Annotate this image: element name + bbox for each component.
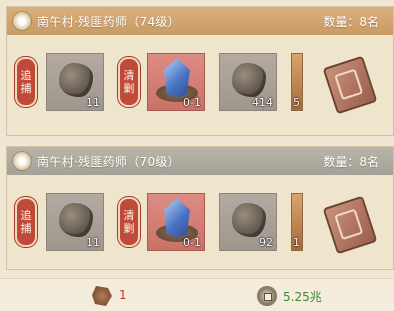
item-quantity: 1 xyxy=(293,236,300,249)
item-slot-partial[interactable]: 5 xyxy=(291,53,303,111)
tag-char: 追 xyxy=(20,69,32,82)
quest-marker-icon xyxy=(13,152,31,170)
task-panel-1: 南午村·残匪药师（74级） 数量：8名 追 捕 11 清 剿 0-1 414 5 xyxy=(6,6,394,136)
item-slot-partial[interactable]: 1 xyxy=(291,193,303,251)
tag-char: 剿 xyxy=(123,222,135,235)
pursue-tag[interactable]: 追 捕 xyxy=(15,197,37,247)
scroll-icon xyxy=(322,55,378,115)
tag-char: 清 xyxy=(123,209,135,222)
item-slot[interactable]: 11 xyxy=(46,53,104,111)
item-quantity: 414 xyxy=(252,96,273,109)
blue-crystal-icon xyxy=(164,58,190,98)
resource-bar: 1 5.25兆 xyxy=(0,278,394,311)
task-header: 南午村·残匪药师（74级） 数量：8名 xyxy=(7,7,393,35)
item-slot[interactable]: 0-1 xyxy=(147,193,205,251)
item-slot[interactable]: 92 xyxy=(219,193,277,251)
item-quantity: 92 xyxy=(259,236,273,249)
ore-rock-icon xyxy=(59,203,93,237)
reward-row: 追 捕 11 清 剿 0-1 92 1 xyxy=(7,193,393,257)
reward-scroll[interactable] xyxy=(319,195,378,255)
suppress-tag[interactable]: 清 剿 xyxy=(118,197,140,247)
item-slot[interactable]: 11 xyxy=(46,193,104,251)
stamina-value: 1 xyxy=(119,288,127,302)
item-quantity: 0-1 xyxy=(183,96,201,109)
ore-rock-icon xyxy=(232,203,266,237)
task-count: 数量：8名 xyxy=(323,154,379,169)
tag-char: 剿 xyxy=(123,82,135,95)
ore-rock-icon xyxy=(232,63,266,97)
creature-icon xyxy=(92,286,112,306)
tag-char: 捕 xyxy=(20,222,32,235)
task-panel-2: 南午村·残匪药师（70级） 数量：8名 追 捕 11 清 剿 0-1 92 1 xyxy=(6,146,394,270)
item-quantity: 11 xyxy=(86,236,100,249)
item-quantity: 0-1 xyxy=(183,236,201,249)
task-header: 南午村·残匪药师（70级） 数量：8名 xyxy=(7,147,393,175)
suppress-tag[interactable]: 清 剿 xyxy=(118,57,140,107)
item-quantity: 11 xyxy=(86,96,100,109)
task-title: 南午村·残匪药师（74级） xyxy=(37,14,180,29)
blue-crystal-icon xyxy=(164,198,190,238)
reward-scroll[interactable] xyxy=(319,55,378,115)
ore-rock-icon xyxy=(59,63,93,97)
reward-row: 追 捕 11 清 剿 0-1 414 5 xyxy=(7,53,393,117)
task-count: 数量：8名 xyxy=(323,14,379,29)
quest-marker-icon xyxy=(13,12,31,30)
tag-char: 捕 xyxy=(20,82,32,95)
coin-icon xyxy=(257,286,277,306)
item-quantity: 5 xyxy=(293,96,300,109)
pursue-tag[interactable]: 追 捕 xyxy=(15,57,37,107)
tag-char: 清 xyxy=(123,69,135,82)
task-title: 南午村·残匪药师（70级） xyxy=(37,154,180,169)
coin-value: 5.25兆 xyxy=(283,290,322,304)
scroll-icon xyxy=(322,195,378,255)
tag-char: 追 xyxy=(20,209,32,222)
item-slot[interactable]: 0-1 xyxy=(147,53,205,111)
item-slot[interactable]: 414 xyxy=(219,53,277,111)
